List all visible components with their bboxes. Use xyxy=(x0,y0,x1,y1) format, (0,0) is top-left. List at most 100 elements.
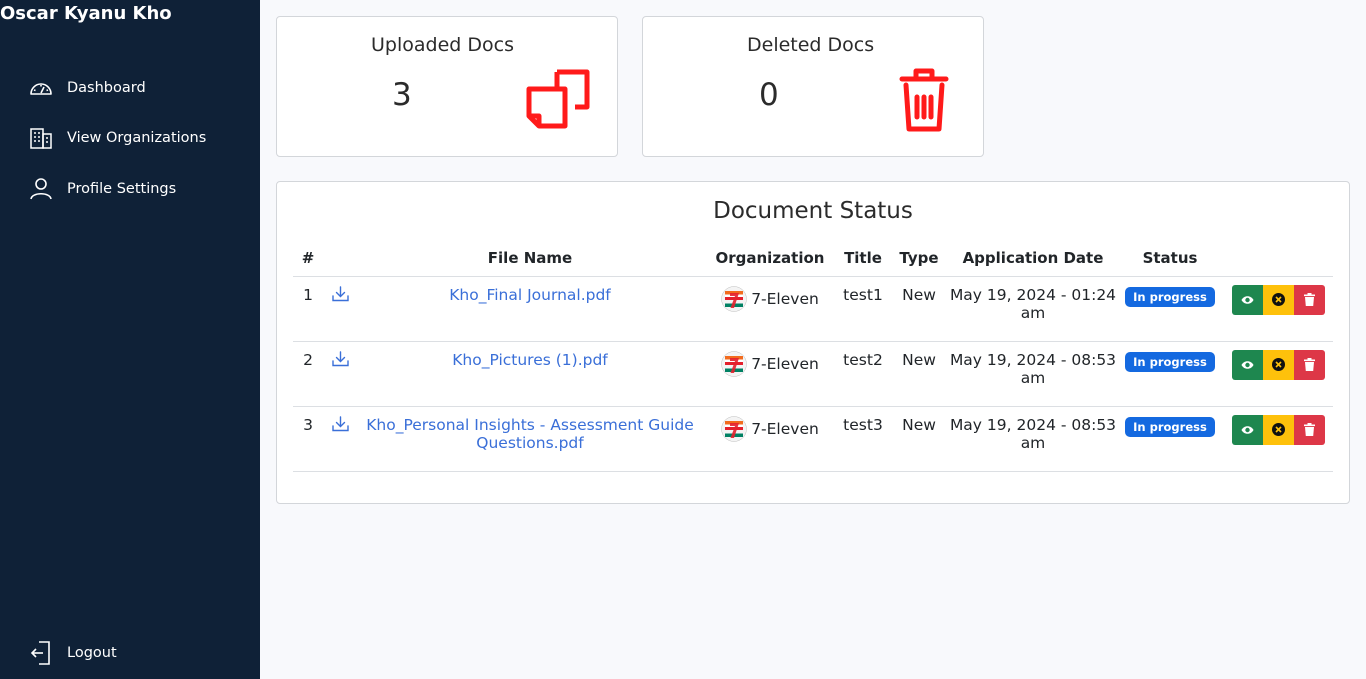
action-button-group xyxy=(1231,284,1325,315)
delete-button[interactable] xyxy=(1293,349,1325,380)
seven-eleven-logo-icon xyxy=(721,350,747,377)
user-name: Oscar Kyanu Kho xyxy=(0,3,172,24)
sidebar-item-dashboard[interactable]: Dashboard xyxy=(28,75,146,101)
download-icon[interactable] xyxy=(331,285,349,306)
document-status-card: Document Status # File Name Organization… xyxy=(276,181,1350,504)
row-number: 2 xyxy=(293,341,323,407)
column-header-type: Type xyxy=(889,240,949,277)
view-button[interactable] xyxy=(1231,284,1263,315)
sidebar-item-profile-settings[interactable]: Profile Settings xyxy=(28,176,176,202)
trash-icon xyxy=(1303,423,1315,436)
status-cell: In progress xyxy=(1117,406,1223,472)
logout-label: Logout xyxy=(67,645,117,661)
eye-icon xyxy=(1241,425,1253,434)
application-date-cell: May 19, 2024 - 08:53 am xyxy=(949,406,1117,472)
actions-cell xyxy=(1223,341,1333,407)
x-circle-icon xyxy=(1271,358,1285,371)
sidebar-item-label: Profile Settings xyxy=(67,181,177,197)
application-date-cell: May 19, 2024 - 01:24 am xyxy=(949,276,1117,342)
person-icon xyxy=(28,176,54,202)
file-name-cell: Kho_Pictures (1).pdf xyxy=(357,341,703,407)
column-header-download xyxy=(323,240,357,277)
sidebar-item-label: View Organizations xyxy=(67,130,207,146)
document-status-title: Document Status xyxy=(713,198,913,224)
row-number: 1 xyxy=(293,276,323,342)
eye-icon xyxy=(1241,360,1253,369)
column-header-number: # xyxy=(293,240,323,277)
status-cell: In progress xyxy=(1117,276,1223,342)
sidebar-item-label: Dashboard xyxy=(67,80,146,96)
sidebar: Oscar Kyanu Kho Dashboard View Organizat… xyxy=(0,0,260,679)
organization-cell: 7-Eleven xyxy=(703,406,837,472)
actions-cell xyxy=(1223,276,1333,342)
eye-icon xyxy=(1241,295,1253,304)
status-badge: In progress xyxy=(1125,416,1215,437)
column-header-application-date: Application Date xyxy=(949,240,1117,277)
status-badge: In progress xyxy=(1125,286,1215,307)
download-cell xyxy=(323,406,357,472)
title-cell: test3 xyxy=(837,406,889,472)
title-cell: test2 xyxy=(837,341,889,407)
column-header-organization: Organization xyxy=(703,240,837,277)
application-date-cell: May 19, 2024 - 08:53 am xyxy=(949,341,1117,407)
download-icon[interactable] xyxy=(331,350,349,371)
download-cell xyxy=(323,276,357,342)
column-header-status: Status xyxy=(1117,240,1223,277)
view-button[interactable] xyxy=(1231,414,1263,445)
actions-cell xyxy=(1223,406,1333,472)
type-cell: New xyxy=(889,406,949,472)
uploaded-docs-title: Uploaded Docs xyxy=(371,34,514,56)
organization-name: 7-Eleven xyxy=(751,289,819,308)
logout-button[interactable]: Logout xyxy=(28,640,117,666)
reject-button[interactable] xyxy=(1262,284,1294,315)
download-cell xyxy=(323,341,357,407)
organization-cell: 7-Eleven xyxy=(703,341,837,407)
uploaded-docs-count: 3 xyxy=(392,77,412,113)
row-number: 3 xyxy=(293,406,323,472)
type-cell: New xyxy=(889,276,949,342)
file-link[interactable]: Kho_Personal Insights - Assessment Guide… xyxy=(366,416,694,452)
deleted-docs-title: Deleted Docs xyxy=(747,34,875,56)
table-row: 3 Kho_Personal Insights - Assessment Gui… xyxy=(293,406,1333,472)
x-circle-icon xyxy=(1271,423,1285,436)
organization-name: 7-Eleven xyxy=(751,419,819,438)
file-link[interactable]: Kho_Pictures (1).pdf xyxy=(452,351,608,369)
building-icon xyxy=(28,125,54,151)
type-cell: New xyxy=(889,341,949,407)
trash-icon xyxy=(1303,293,1315,306)
table-row: 2 Kho_Pictures (1).pdf 7-Eleven test2 Ne… xyxy=(293,341,1333,407)
reject-button[interactable] xyxy=(1262,349,1294,380)
logout-icon xyxy=(28,640,54,666)
download-icon[interactable] xyxy=(331,415,349,436)
column-header-title: Title xyxy=(837,240,889,277)
action-button-group xyxy=(1231,414,1325,445)
delete-button[interactable] xyxy=(1293,284,1325,315)
deleted-docs-count: 0 xyxy=(759,77,779,113)
trash-icon xyxy=(1303,358,1315,371)
x-circle-icon xyxy=(1271,293,1285,306)
file-name-cell: Kho_Final Journal.pdf xyxy=(357,276,703,342)
sidebar-item-view-organizations[interactable]: View Organizations xyxy=(28,125,206,151)
trash-icon xyxy=(899,67,949,137)
status-cell: In progress xyxy=(1117,341,1223,407)
dashboard-gauge-icon xyxy=(28,75,54,101)
view-button[interactable] xyxy=(1231,349,1263,380)
files-icon xyxy=(525,69,591,133)
status-badge: In progress xyxy=(1125,351,1215,372)
file-name-cell: Kho_Personal Insights - Assessment Guide… xyxy=(357,406,703,472)
uploaded-docs-card: Uploaded Docs 3 xyxy=(276,16,618,157)
delete-button[interactable] xyxy=(1293,414,1325,445)
organization-name: 7-Eleven xyxy=(751,354,819,373)
column-header-actions xyxy=(1223,240,1333,277)
column-header-file-name: File Name xyxy=(357,240,703,277)
deleted-docs-card: Deleted Docs 0 xyxy=(642,16,984,157)
action-button-group xyxy=(1231,349,1325,380)
seven-eleven-logo-icon xyxy=(721,415,747,442)
document-status-table: # File Name Organization Title Type Appl… xyxy=(293,240,1333,472)
organization-cell: 7-Eleven xyxy=(703,276,837,342)
table-row: 1 Kho_Final Journal.pdf 7-Eleven test1 N… xyxy=(293,276,1333,342)
seven-eleven-logo-icon xyxy=(721,285,747,312)
file-link[interactable]: Kho_Final Journal.pdf xyxy=(449,286,611,304)
reject-button[interactable] xyxy=(1262,414,1294,445)
table-header-row: # File Name Organization Title Type Appl… xyxy=(293,240,1333,277)
